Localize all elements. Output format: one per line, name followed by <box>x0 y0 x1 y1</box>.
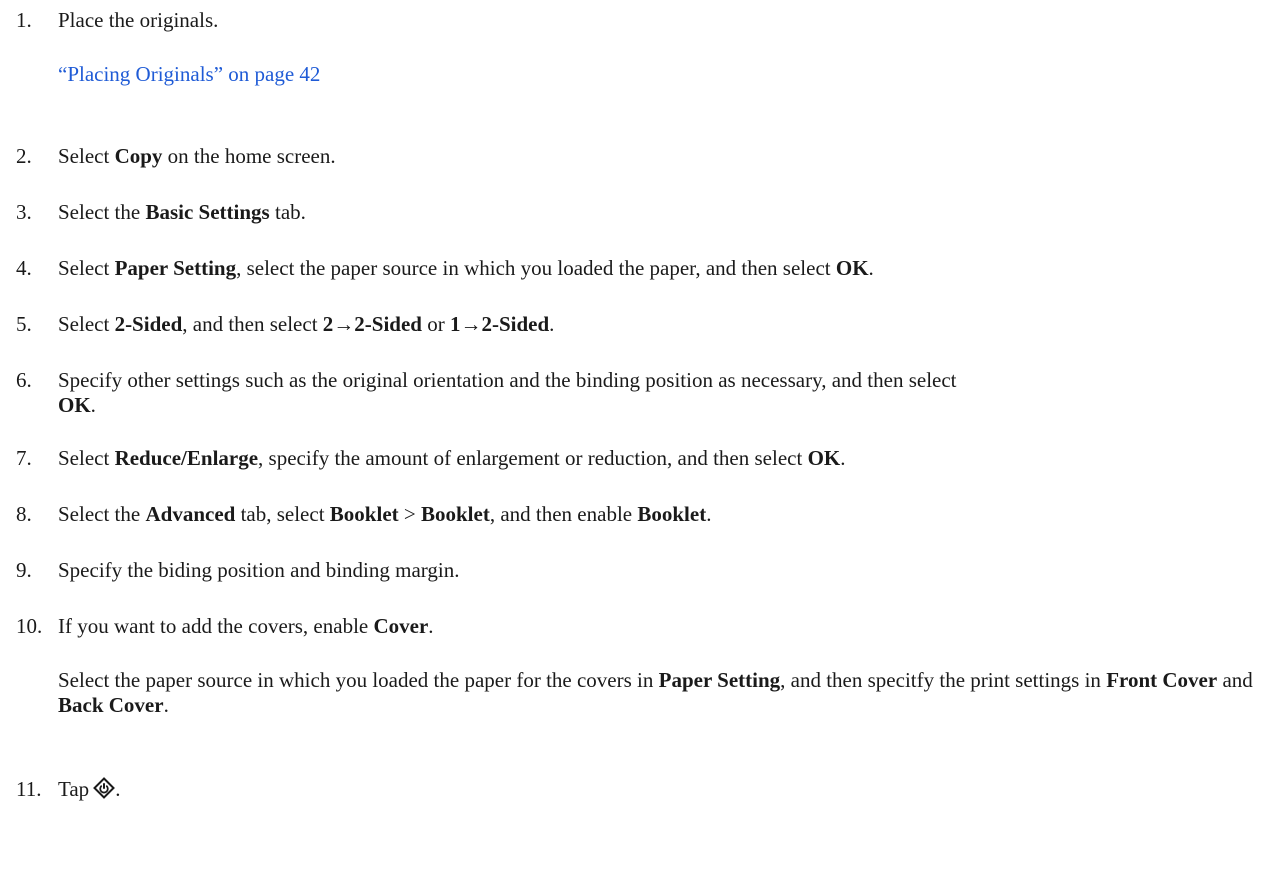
ui-term: Paper Setting <box>658 668 781 692</box>
step-text: Specify the biding position and binding … <box>58 558 460 582</box>
ui-term: 2-Sided <box>114 312 183 336</box>
ui-term: Advanced <box>145 502 236 526</box>
step-text: If you want to add the covers, enable Co… <box>58 614 434 638</box>
placing-originals-link[interactable]: “Placing Originals” on page 42 <box>58 62 320 86</box>
document-page: { "steps": [ {"num": "1.", "text": "Plac… <box>0 0 1268 881</box>
step-text: Select Paper Setting, select the paper s… <box>58 256 874 280</box>
step-text: Select the Basic Settings tab. <box>58 200 306 224</box>
step-number: 1. <box>16 8 32 32</box>
ui-term: Front Cover <box>1106 668 1218 692</box>
ui-term: Booklet <box>329 502 399 526</box>
step-text: Select 2-Sided, and then select 2→2-Side… <box>58 312 555 336</box>
ui-term: Reduce/Enlarge <box>114 446 259 470</box>
step-number: 7. <box>16 446 32 470</box>
ui-term: Booklet <box>637 502 707 526</box>
step-text: Select Reduce/Enlarge, specify the amoun… <box>58 446 846 470</box>
ui-term: Basic Settings <box>145 200 270 224</box>
step-number: 6. <box>16 368 32 392</box>
step-number: 4. <box>16 256 32 280</box>
step-number: 3. <box>16 200 32 224</box>
step-10-note: Select the paper source in which you loa… <box>58 668 1253 717</box>
step-text: Select the Advanced tab, select Booklet … <box>58 502 712 526</box>
ui-term: OK <box>807 446 841 470</box>
ui-term: 1→2-Sided <box>449 312 550 336</box>
start-icon <box>93 777 116 805</box>
ui-term: Paper Setting <box>114 256 237 280</box>
step-text: Place the originals. <box>58 8 219 32</box>
ui-term: OK <box>58 393 91 417</box>
ui-term: Copy <box>114 144 163 168</box>
step-text: Specify other settings such as the origi… <box>58 368 957 417</box>
ui-term: 2→2-Sided <box>322 312 422 336</box>
ui-term: OK <box>835 256 869 280</box>
step-number: 2. <box>16 144 32 168</box>
ui-term: Booklet <box>420 502 490 526</box>
step-number: 9. <box>16 558 32 582</box>
step-text: Tap. <box>58 777 1258 805</box>
step-text: Select Copy on the home screen. <box>58 144 336 168</box>
step-1-link-row: “Placing Originals” on page 42 <box>58 62 1258 87</box>
step-number: 10. <box>16 614 43 638</box>
step-number: 11. <box>16 777 42 801</box>
ui-term: Cover <box>373 614 429 638</box>
ui-term: Back Cover <box>58 693 164 717</box>
step-number: 5. <box>16 312 32 336</box>
step-number: 8. <box>16 502 32 526</box>
